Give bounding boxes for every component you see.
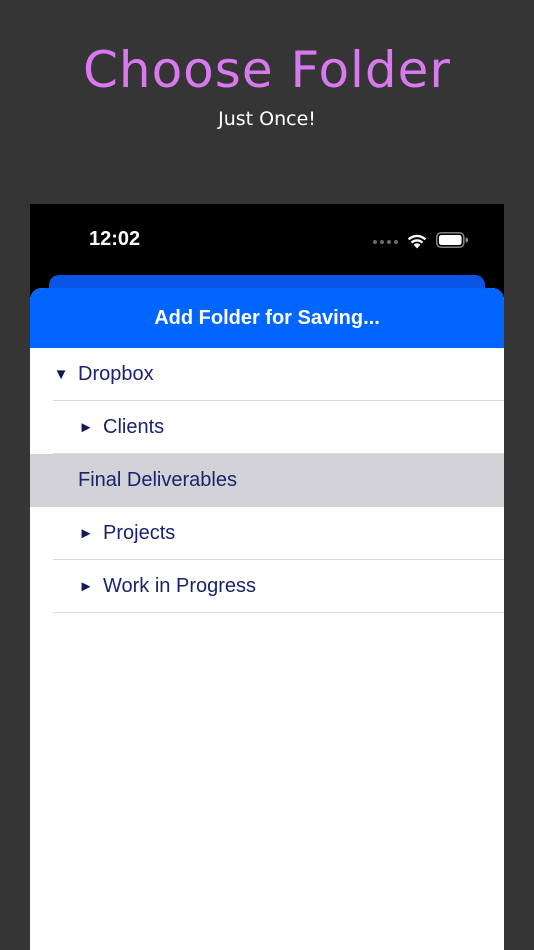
promo-subtitle: Just Once!: [218, 108, 316, 130]
tree-item-work-in-progress[interactable]: ► Work in Progress: [30, 560, 504, 613]
tree-item-dropbox[interactable]: ▼ Dropbox: [30, 348, 504, 401]
collapsed-triangle-icon[interactable]: ►: [78, 525, 94, 542]
promo-title: Choose Folder: [82, 41, 451, 99]
status-time: 12:02: [89, 228, 141, 250]
expanded-triangle-icon[interactable]: ▼: [53, 366, 69, 383]
tree-item-label: Work in Progress: [103, 575, 257, 597]
tree-item-label: Clients: [103, 416, 165, 438]
sheet-header-label: Add Folder for Saving...: [154, 306, 380, 329]
wifi-icon: [407, 234, 427, 248]
battery-icon: [436, 232, 468, 248]
folder-picker-sheet: Add Folder for Saving... ▼ Dropbox ► Cli…: [30, 288, 504, 950]
folder-tree: ▼ Dropbox ► Clients Final Deliverables ►…: [30, 348, 504, 613]
tree-item-projects[interactable]: ► Projects: [30, 507, 504, 560]
cellular-dots-icon: [373, 240, 398, 244]
status-bar: 12:02: [30, 204, 504, 274]
tree-item-clients[interactable]: ► Clients: [30, 401, 504, 454]
tree-item-final-deliverables[interactable]: Final Deliverables: [30, 454, 504, 507]
tree-item-label: Dropbox: [78, 363, 154, 385]
phone-screen: 12:02 Add Folder for Saving... ▼ Dropbox…: [30, 204, 504, 950]
add-folder-header[interactable]: Add Folder for Saving...: [30, 288, 504, 348]
collapsed-triangle-icon[interactable]: ►: [78, 419, 94, 436]
tree-item-label: Final Deliverables: [78, 469, 237, 491]
status-icons: [373, 230, 468, 250]
collapsed-triangle-icon[interactable]: ►: [78, 578, 94, 595]
tree-item-label: Projects: [103, 522, 176, 544]
